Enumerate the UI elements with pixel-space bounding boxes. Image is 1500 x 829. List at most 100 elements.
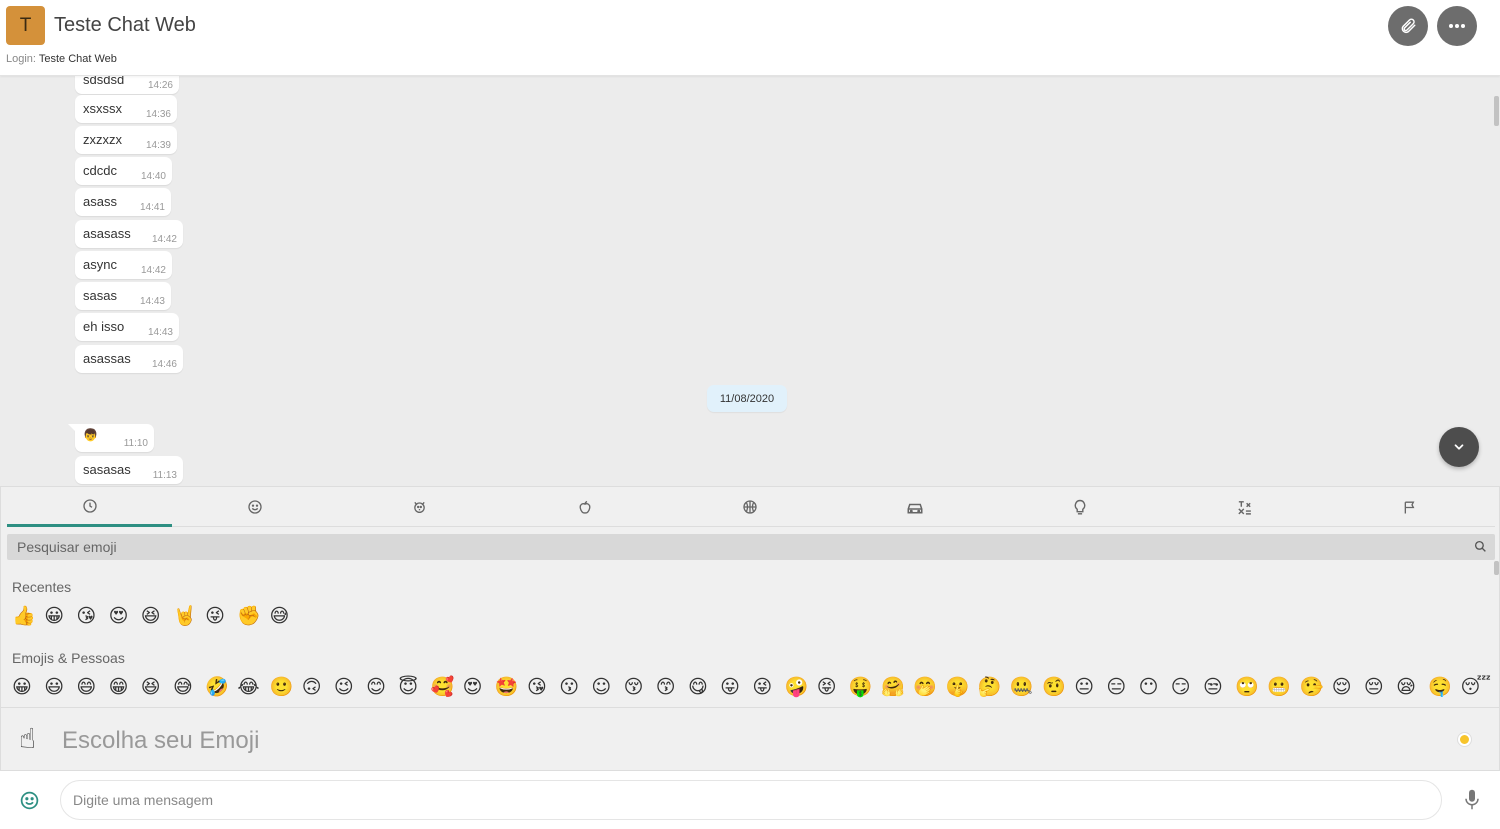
- emoji-option[interactable]: 🥰: [430, 675, 462, 699]
- emoji-option[interactable]: 🙂: [270, 675, 302, 699]
- emoji-option[interactable]: 😃: [44, 675, 76, 699]
- message-time: 14:36: [145, 109, 171, 120]
- emoji-option[interactable]: 🤤: [1428, 675, 1460, 699]
- emoji-option[interactable]: ✊: [237, 604, 269, 628]
- emoji-list-scrollbar[interactable]: [1494, 561, 1499, 575]
- tab-smileys[interactable]: [172, 487, 337, 527]
- message-bubble[interactable]: zxzxzx 14:39: [75, 126, 177, 154]
- more-options-button[interactable]: [1437, 6, 1477, 46]
- emoji-option[interactable]: 😅: [173, 675, 205, 699]
- emoji-option[interactable]: 😚: [624, 675, 656, 699]
- emoji-option[interactable]: 😪: [1396, 675, 1428, 699]
- emoji-option[interactable]: 😍: [463, 675, 495, 699]
- emoji-option[interactable]: 😗: [559, 675, 591, 699]
- emoji-option[interactable]: 😶: [1139, 675, 1171, 699]
- message-text: asassas: [83, 351, 131, 366]
- emoji-option[interactable]: 😁: [109, 675, 141, 699]
- message-bubble[interactable]: xsxssx 14:36: [75, 95, 177, 123]
- tab-flags[interactable]: [1327, 487, 1492, 527]
- message-bubble[interactable]: eh isso 14:43: [75, 313, 179, 341]
- message-bubble[interactable]: async 14:42: [75, 251, 172, 279]
- microphone-icon: [1465, 789, 1479, 810]
- message-bubble[interactable]: asasass 14:42: [75, 220, 183, 248]
- emoji-option[interactable]: 😛: [720, 675, 752, 699]
- tab-food[interactable]: [502, 487, 667, 527]
- emoji-option[interactable]: 😉: [334, 675, 366, 699]
- emoji-option[interactable]: 😑: [1106, 675, 1138, 699]
- microphone-button[interactable]: [1463, 788, 1481, 816]
- emoji-option[interactable]: 😀: [12, 675, 44, 699]
- message-time: 14:39: [145, 140, 171, 151]
- emoji-option[interactable]: 😐: [1074, 675, 1106, 699]
- emoji-option[interactable]: 😘: [527, 675, 559, 699]
- emoji-option[interactable]: 😒: [1203, 675, 1235, 699]
- emoji-option[interactable]: 😙: [656, 675, 688, 699]
- emoji-option[interactable]: 😍: [109, 604, 141, 628]
- message-text: cdcdc: [83, 163, 117, 178]
- emoji-option[interactable]: 😌: [1332, 675, 1364, 699]
- emoji-option[interactable]: ☺: [591, 675, 623, 699]
- avatar[interactable]: T: [6, 6, 45, 45]
- flags-icon: [1404, 501, 1414, 513]
- message-bubble[interactable]: sdsdsd 14:26: [75, 76, 179, 94]
- more-horizontal-icon: [1449, 24, 1465, 28]
- scroll-to-bottom-button[interactable]: [1439, 427, 1479, 467]
- tab-animals[interactable]: [337, 487, 502, 527]
- tab-symbols[interactable]: [1162, 487, 1327, 527]
- emoji-option[interactable]: 🤩: [495, 675, 527, 699]
- emoji-search-input[interactable]: [7, 534, 1457, 560]
- message-bubble[interactable]: 👦 11:10: [68, 424, 154, 452]
- emoji-option[interactable]: 😔: [1364, 675, 1396, 699]
- emoji-option[interactable]: 😀: [44, 604, 76, 628]
- message-bubble[interactable]: cdcdc 14:40: [75, 157, 172, 185]
- emoji-option[interactable]: 🤪: [785, 675, 817, 699]
- emoji-option[interactable]: 👍: [12, 604, 44, 628]
- emoji-option[interactable]: 🤗: [881, 675, 913, 699]
- message-text: asasass: [83, 226, 131, 241]
- emoji-option[interactable]: 😆: [141, 675, 173, 699]
- recent-section-title: Recentes: [12, 579, 72, 595]
- emoji-option[interactable]: 😜: [752, 675, 784, 699]
- emoji-option[interactable]: 😄: [76, 675, 108, 699]
- emoji-option[interactable]: 😴: [1460, 675, 1492, 699]
- emoji-option[interactable]: 🤫: [945, 675, 977, 699]
- tab-recent[interactable]: [7, 487, 172, 527]
- emoji-option[interactable]: 🤨: [1042, 675, 1074, 699]
- emoji-option[interactable]: 😝: [817, 675, 849, 699]
- emoji-option[interactable]: 🤔: [978, 675, 1010, 699]
- emoji-toggle-button[interactable]: [19, 790, 40, 816]
- emoji-option[interactable]: 😅: [270, 604, 302, 628]
- tab-travel[interactable]: [832, 487, 997, 527]
- search-icon[interactable]: [1474, 540, 1487, 553]
- emoji-option[interactable]: 🙄: [1235, 675, 1267, 699]
- tab-activities[interactable]: [667, 487, 832, 527]
- message-bubble[interactable]: asassas 14:46: [75, 345, 183, 373]
- emoji-option[interactable]: 😋: [688, 675, 720, 699]
- people-section-title: Emojis & Pessoas: [12, 650, 125, 666]
- attach-button[interactable]: [1388, 6, 1428, 46]
- emoji-option[interactable]: 😬: [1267, 675, 1299, 699]
- emoji-option[interactable]: 🤘: [173, 604, 205, 628]
- emoji-search: [7, 534, 1495, 560]
- messages-scrollbar[interactable]: [1494, 96, 1499, 126]
- message-bubble[interactable]: sasasas 11:13: [75, 456, 183, 484]
- emoji-option[interactable]: 😏: [1171, 675, 1203, 699]
- tab-objects[interactable]: [997, 487, 1162, 527]
- emoji-option[interactable]: 🤭: [913, 675, 945, 699]
- emoji-option[interactable]: 🤑: [849, 675, 881, 699]
- emoji-option[interactable]: 😆: [141, 604, 173, 628]
- emoji-option[interactable]: 😘: [76, 604, 108, 628]
- emoji-option[interactable]: 😊: [366, 675, 398, 699]
- emoji-option[interactable]: 😇: [398, 675, 430, 699]
- message-bubble[interactable]: sasas 14:43: [75, 282, 171, 310]
- emoji-option[interactable]: 😂: [237, 675, 269, 699]
- emoji-option[interactable]: 🙃: [302, 675, 334, 699]
- emoji-option[interactable]: 🤥: [1300, 675, 1332, 699]
- emoji-option[interactable]: 🤣: [205, 675, 237, 699]
- emoji-option[interactable]: 😜: [205, 604, 237, 628]
- skin-tone-selector[interactable]: [1458, 733, 1471, 746]
- emoji-option[interactable]: 🤐: [1010, 675, 1042, 699]
- message-bubble[interactable]: asass 14:41: [75, 188, 171, 216]
- message-input[interactable]: [60, 780, 1442, 820]
- message-list[interactable]: sdsdsd 14:26 xsxssx 14:36 zxzxzx 14:39 cdcd…: [0, 76, 1500, 486]
